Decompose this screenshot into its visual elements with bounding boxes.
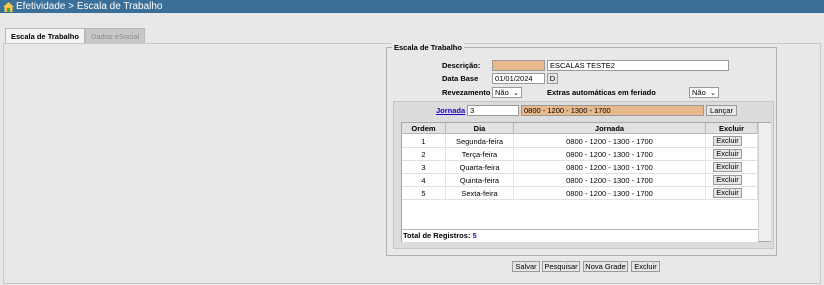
- descricao-code-input[interactable]: [492, 60, 545, 71]
- revezamento-select[interactable]: Não ⌄: [492, 87, 522, 98]
- lancar-button[interactable]: Lançar: [706, 105, 737, 116]
- cell-dia: Quinta-feira: [446, 174, 514, 187]
- table-row: 5 Sexta-feira 0800 - 1200 - 1300 - 1700 …: [402, 187, 758, 200]
- excluir-row-button[interactable]: Excluir: [713, 162, 742, 172]
- cell-jornada: 0800 - 1200 - 1300 - 1700: [514, 135, 706, 148]
- chevron-down-icon: ⌄: [513, 90, 519, 97]
- cell-dia: Quarta-feira: [446, 161, 514, 174]
- cell-dia: Segunda-feira: [446, 135, 514, 148]
- excluir-row-button[interactable]: Excluir: [713, 188, 742, 198]
- grid-footer: Total de Registros: 5: [402, 229, 758, 242]
- grid-header: Ordem Dia Jornada Excluir: [402, 123, 758, 134]
- jornada-grid: Ordem Dia Jornada Excluir 1 Segunda-feir…: [401, 122, 771, 242]
- jornada-input[interactable]: 3: [467, 105, 519, 116]
- jornada-link[interactable]: Jornada: [436, 106, 465, 115]
- title-bar: Efetividade > Escala de Trabalho: [0, 0, 824, 13]
- total-registros-label: Total de Registros:: [403, 231, 471, 240]
- cell-ordem: 3: [402, 161, 446, 174]
- excluir-row-button[interactable]: Excluir: [713, 175, 742, 185]
- cell-ordem: 4: [402, 174, 446, 187]
- tab-escala-de-trabalho[interactable]: Escala de Trabalho: [5, 28, 85, 43]
- table-row: 4 Quinta-feira 0800 - 1200 - 1300 - 1700…: [402, 174, 758, 187]
- revezamento-label: Revezamento: [442, 88, 491, 97]
- cell-jornada: 0800 - 1200 - 1300 - 1700: [514, 187, 706, 200]
- fieldset-legend: Escala de Trabalho: [392, 43, 464, 52]
- extras-label: Extras automáticas em feriado: [547, 88, 656, 97]
- descricao-input[interactable]: ESCALAS TESTE2: [547, 60, 729, 71]
- cell-jornada: 0800 - 1200 - 1300 - 1700: [514, 174, 706, 187]
- chevron-down-icon: ⌄: [710, 90, 716, 97]
- header-excluir[interactable]: Excluir: [706, 123, 758, 134]
- tab-dados-esocial[interactable]: Dados eSocial: [84, 28, 146, 43]
- cell-dia: Sexta-feira: [446, 187, 514, 200]
- table-row: 1 Segunda-feira 0800 - 1200 - 1300 - 170…: [402, 135, 758, 148]
- pesquisar-button[interactable]: Pesquisar: [542, 261, 580, 272]
- descricao-label: Descrição:: [442, 61, 481, 70]
- cell-ordem: 2: [402, 148, 446, 161]
- data-base-label: Data Base: [442, 74, 479, 83]
- cell-excluir: Excluir: [706, 174, 758, 187]
- header-dia[interactable]: Dia: [446, 123, 514, 134]
- cell-excluir: Excluir: [706, 148, 758, 161]
- total-registros-count: 5: [472, 231, 477, 240]
- cell-dia: Terça-feira: [446, 148, 514, 161]
- date-picker-button[interactable]: D: [547, 73, 558, 84]
- table-row: 3 Quarta-feira 0800 - 1200 - 1300 - 1700…: [402, 161, 758, 174]
- grid-scrollbar[interactable]: [758, 123, 771, 241]
- cell-ordem: 1: [402, 135, 446, 148]
- extras-select[interactable]: Não ⌄: [689, 87, 719, 98]
- header-ordem[interactable]: Ordem: [402, 123, 446, 134]
- data-base-input[interactable]: 01/01/2024: [492, 73, 545, 84]
- home-icon[interactable]: [3, 1, 14, 12]
- cell-jornada: 0800 - 1200 - 1300 - 1700: [514, 161, 706, 174]
- header-jornada[interactable]: Jornada: [514, 123, 706, 134]
- nova-grade-button[interactable]: Nova Grade: [583, 261, 628, 272]
- page-title: Efetividade > Escala de Trabalho: [16, 1, 163, 12]
- cell-jornada: 0800 - 1200 - 1300 - 1700: [514, 148, 706, 161]
- cell-excluir: Excluir: [706, 135, 758, 148]
- excluir-row-button[interactable]: Excluir: [713, 136, 742, 146]
- extras-value: Não: [692, 88, 706, 97]
- table-row: 2 Terça-feira 0800 - 1200 - 1300 - 1700 …: [402, 148, 758, 161]
- salvar-button[interactable]: Salvar: [512, 261, 540, 272]
- tab-bar: Escala de Trabalho Dados eSocial: [5, 28, 146, 43]
- cell-excluir: Excluir: [706, 187, 758, 200]
- excluir-button[interactable]: Excluir: [631, 261, 660, 272]
- revezamento-value: Não: [495, 88, 509, 97]
- excluir-row-button[interactable]: Excluir: [713, 149, 742, 159]
- cell-ordem: 5: [402, 187, 446, 200]
- cell-excluir: Excluir: [706, 161, 758, 174]
- jornada-description: 0800 - 1200 - 1300 - 1700: [521, 105, 704, 116]
